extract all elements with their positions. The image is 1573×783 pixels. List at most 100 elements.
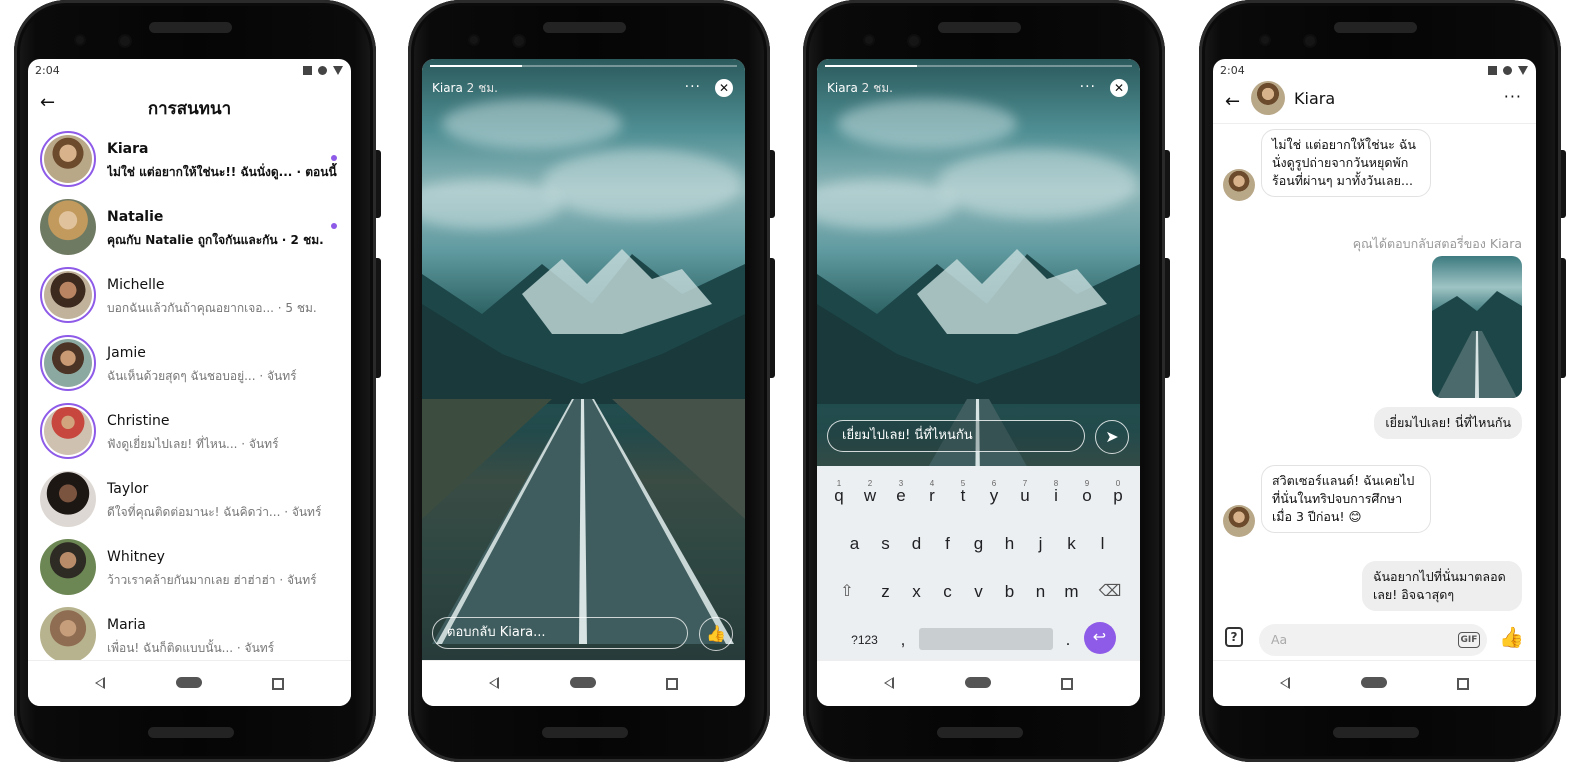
bottom-speaker	[542, 727, 628, 738]
top-bar: ← การสนทนา	[28, 81, 351, 127]
conversation-name: Natalie	[107, 209, 164, 225]
backspace-icon[interactable]: ⌫	[1087, 574, 1133, 608]
story-reply-input[interactable]: เยี่ยมไปเลย! นี่ที่ไหนกัน	[827, 420, 1085, 452]
key-r[interactable]: 4r	[917, 478, 948, 512]
nav-home-icon[interactable]	[965, 677, 991, 688]
nav-recents-icon[interactable]	[666, 678, 678, 690]
key-k[interactable]: k	[1056, 526, 1087, 560]
key-j[interactable]: j	[1025, 526, 1056, 560]
key-g[interactable]: g	[963, 526, 994, 560]
dnd-icon	[1503, 66, 1512, 75]
nav-recents-icon[interactable]	[1457, 678, 1469, 690]
key-a[interactable]: a	[839, 526, 870, 560]
avatar	[40, 131, 96, 187]
chat-contact-name[interactable]: Kiara	[1294, 89, 1335, 108]
key-period[interactable]: .	[1053, 622, 1084, 656]
android-nav-bar	[817, 660, 1140, 706]
story-progress-fill	[825, 65, 918, 67]
question-icon[interactable]: ?	[1225, 627, 1243, 647]
conversation-christine[interactable]: Christine ฟังดูเยี่ยมไปเลย! ที่ไหน... · …	[28, 399, 351, 467]
nav-back-icon[interactable]	[489, 677, 499, 689]
more-options-icon[interactable]: ···	[1504, 87, 1522, 106]
nav-back-icon[interactable]	[1280, 677, 1290, 689]
story-reply-input[interactable]: ตอบกลับ Kiara...	[432, 617, 688, 649]
more-options-icon[interactable]: ···	[1080, 79, 1096, 95]
gif-icon[interactable]: GIF	[1458, 632, 1480, 648]
key-p[interactable]: 0p	[1103, 478, 1134, 512]
earpiece	[938, 22, 1021, 33]
thumbs-up-icon[interactable]: 👍	[699, 617, 733, 651]
key-v[interactable]: v	[963, 574, 994, 608]
key-h[interactable]: h	[994, 526, 1025, 560]
nav-home-icon[interactable]	[570, 677, 596, 688]
key-i[interactable]: 8i	[1041, 478, 1072, 512]
key-comma[interactable]: ,	[888, 622, 919, 656]
volume-button	[1561, 150, 1566, 218]
close-icon[interactable]: ✕	[1110, 79, 1128, 97]
symbols-key[interactable]: ?123	[842, 622, 888, 656]
mountains-graphic	[422, 249, 745, 404]
key-u[interactable]: 7u	[1010, 478, 1041, 512]
nav-home-icon[interactable]	[1361, 677, 1387, 688]
conversation-whitney[interactable]: Whitney ว้าวเราคล้ายกันมากเลย ฮ่าฮ่าฮ่า …	[28, 535, 351, 603]
key-s[interactable]: s	[870, 526, 901, 560]
conversation-name: Whitney	[107, 549, 165, 565]
keyboard-row-4: ?123 , . ↩	[817, 622, 1140, 656]
nav-recents-icon[interactable]	[272, 678, 284, 690]
key-q[interactable]: 1q	[824, 478, 855, 512]
key-x[interactable]: x	[901, 574, 932, 608]
conversation-kiara[interactable]: Kiara ไม่ใช่ แต่อยากให้ใช่นะ!! ฉันนั่งดู…	[28, 127, 351, 195]
avatar	[40, 267, 96, 323]
message-outgoing: เยี่ยมไปเลย! นี่ที่ไหนกัน	[1374, 407, 1522, 439]
key-n[interactable]: n	[1025, 574, 1056, 608]
key-f[interactable]: f	[932, 526, 963, 560]
key-w[interactable]: 2w	[855, 478, 886, 512]
back-arrow-icon[interactable]: ←	[1225, 91, 1240, 112]
thumbs-up-icon[interactable]: 👍	[1499, 625, 1524, 649]
story-thumbnail-graphic	[1432, 291, 1522, 398]
key-b[interactable]: b	[994, 574, 1025, 608]
story-thumbnail[interactable]	[1432, 256, 1522, 398]
front-camera	[909, 36, 919, 46]
story-image[interactable]: Kiara 2 ชม. ··· ✕ ตอบกลับ Kiara... 👍	[422, 59, 745, 661]
space-bar[interactable]	[918, 628, 1053, 650]
key-o[interactable]: 9o	[1072, 478, 1103, 512]
close-icon[interactable]: ✕	[715, 79, 733, 97]
conversation-taylor[interactable]: Taylor ดีใจที่คุณติดต่อมานะ! ฉันคิดว่า..…	[28, 467, 351, 535]
more-options-icon[interactable]: ···	[685, 79, 701, 95]
enter-icon[interactable]: ↩	[1083, 622, 1116, 654]
nav-back-icon[interactable]	[95, 677, 105, 689]
key-y[interactable]: 6y	[979, 478, 1010, 512]
avatar[interactable]	[1251, 81, 1285, 115]
key-e[interactable]: 3e	[886, 478, 917, 512]
key-m[interactable]: m	[1056, 574, 1087, 608]
key-t[interactable]: 5t	[948, 478, 979, 512]
nav-home-icon[interactable]	[176, 677, 202, 688]
key-l[interactable]: l	[1087, 526, 1118, 560]
bottom-speaker	[148, 727, 234, 738]
nav-recents-icon[interactable]	[1061, 678, 1073, 690]
conversation-jamie[interactable]: Jamie ฉันเห็นด้วยสุดๆ ฉันชอบอยู่... · จั…	[28, 331, 351, 399]
conversation-michelle[interactable]: Michelle บอกฉันแล้วกันถ้าคุณอยากเจอ... ·…	[28, 263, 351, 331]
key-c[interactable]: c	[932, 574, 963, 608]
conversation-snippet: ฉันเห็นด้วยสุดๆ ฉันชอบอยู่... · จันทร์	[107, 369, 297, 383]
power-button	[770, 258, 775, 378]
front-camera	[120, 36, 130, 46]
conversation-natalie[interactable]: Natalie คุณกับ Natalie ถูกใจกันและกัน · …	[28, 195, 351, 263]
key-z[interactable]: z	[870, 574, 901, 608]
shift-icon[interactable]: ⇧	[824, 574, 870, 608]
conversation-name: Taylor	[107, 481, 149, 497]
phone-conversations: 2:04 ← การสนทนา Kiara ไม่ใช่ แต่อยากให้ใ…	[14, 0, 381, 762]
front-camera	[514, 36, 524, 46]
message-input[interactable]: Aa	[1259, 624, 1487, 656]
key-d[interactable]: d	[901, 526, 932, 560]
send-icon[interactable]: ➤	[1095, 420, 1129, 454]
story-progress-fill	[430, 65, 523, 67]
conversation-snippet: บอกฉันแล้วกันถ้าคุณอยากเจอ... · 5 ชม.	[107, 301, 317, 315]
avatar	[1223, 505, 1255, 537]
power-button	[376, 258, 381, 378]
keyboard-row-2: a s d f g h j k l	[817, 526, 1140, 560]
nav-back-icon[interactable]	[884, 677, 894, 689]
dnd-icon	[318, 66, 327, 75]
conversation-snippet: ดีใจที่คุณติดต่อมานะ! ฉันคิดว่า... · จัน…	[107, 505, 322, 519]
